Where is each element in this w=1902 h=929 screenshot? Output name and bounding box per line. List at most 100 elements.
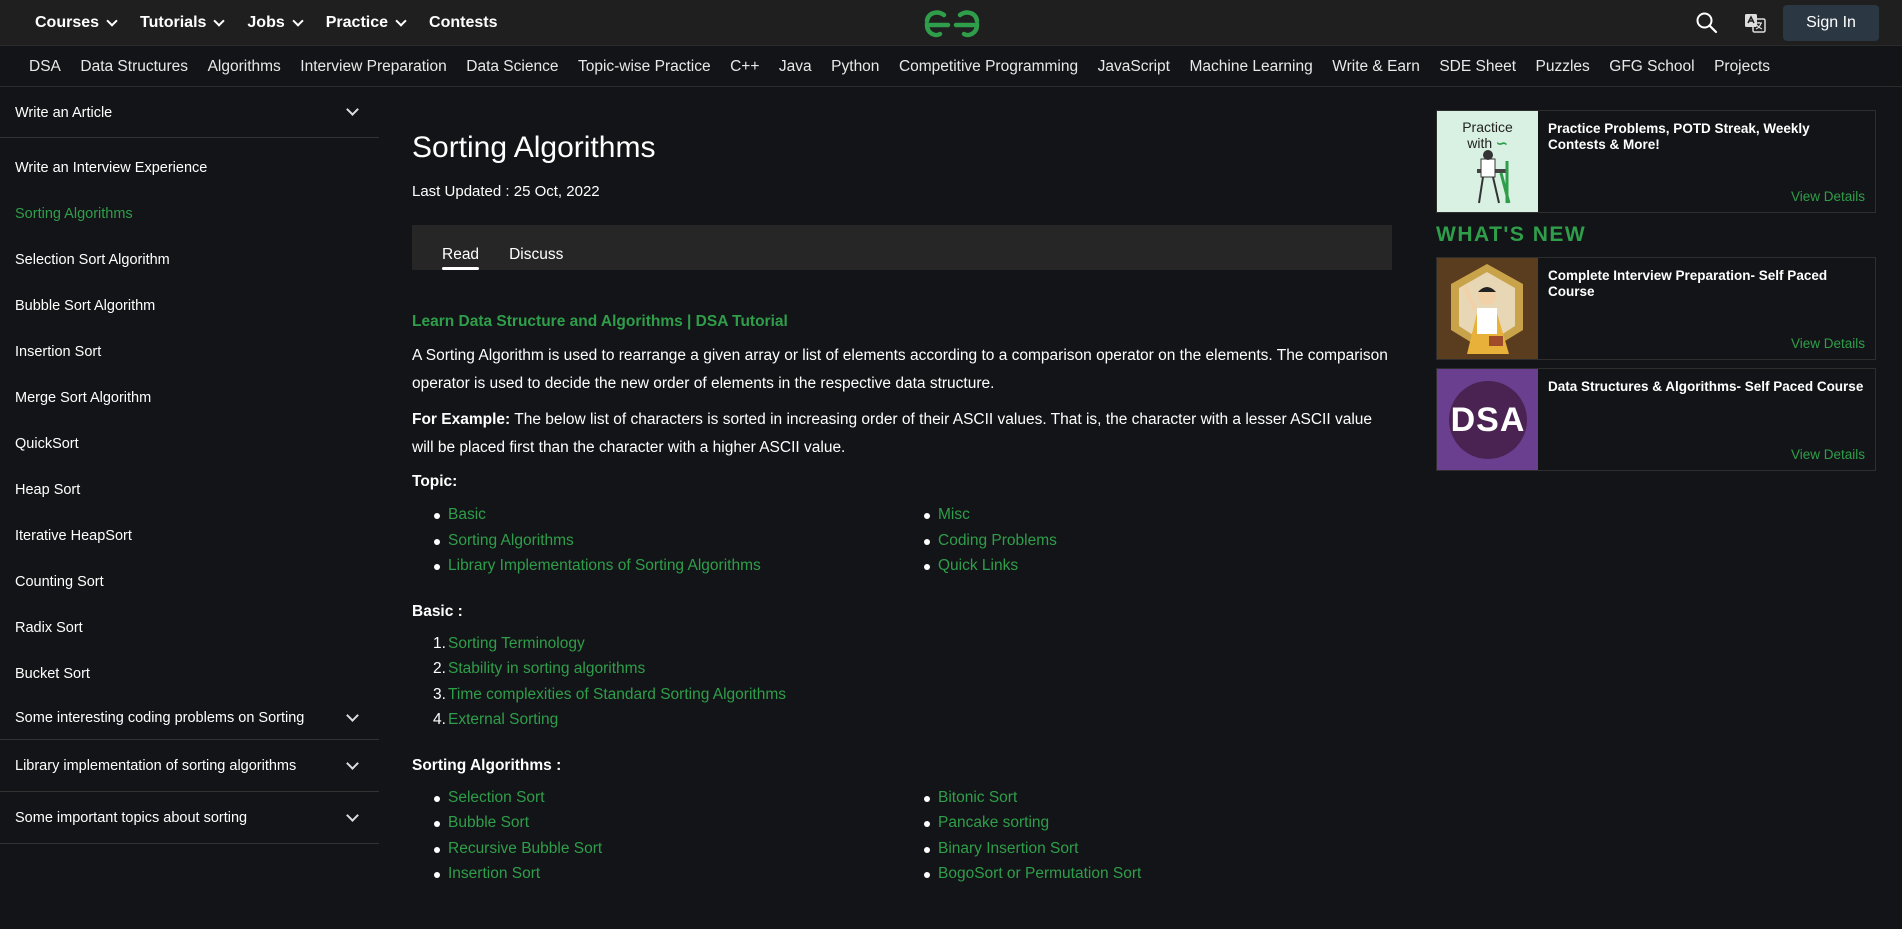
list-item[interactable]: Bitonic Sort (902, 785, 1392, 811)
tab-read[interactable]: Read (442, 246, 480, 270)
menu-jobs[interactable]: Jobs (247, 14, 304, 32)
sign-in-button[interactable]: Sign In (1783, 5, 1879, 41)
list-item[interactable]: Sorting Algorithms (412, 528, 902, 554)
subnav-dsa[interactable]: DSA (29, 58, 61, 76)
example-label: For Example: (412, 411, 511, 428)
tab-discuss[interactable]: Discuss (509, 246, 563, 270)
subnav-machine-learning[interactable]: Machine Learning (1190, 58, 1313, 76)
list-item[interactable]: Quick Links (902, 553, 1392, 579)
list-item[interactable]: Coding Problems (902, 528, 1392, 554)
sidebar-section-library-implementation[interactable]: Library implementation of sorting algori… (0, 740, 379, 792)
subnav-java[interactable]: Java (779, 58, 812, 76)
menu-tutorials[interactable]: Tutorials (140, 14, 226, 32)
subnav-algorithms[interactable]: Algorithms (208, 58, 281, 76)
chevron-down-icon (346, 809, 359, 822)
list-item[interactable]: Library Implementations of Sorting Algor… (412, 553, 902, 579)
interview-prep-thumbnail (1437, 258, 1538, 359)
sidebar-item-selection-sort[interactable]: Selection Sort Algorithm (0, 237, 379, 283)
sidebar-item-sorting-algorithms[interactable]: Sorting Algorithms (0, 191, 379, 237)
sidebar-item-iterative-heapsort[interactable]: Iterative HeapSort (0, 513, 379, 559)
sorting-algorithms-heading: Sorting Algorithms : (412, 756, 562, 774)
sidebar-section-label: Library implementation of sorting algori… (15, 757, 297, 774)
last-updated: Last Updated : 25 Oct, 2022 (412, 183, 600, 200)
sidebar-item-insertion-sort[interactable]: Insertion Sort (0, 329, 379, 375)
sidebar-item-heap-sort[interactable]: Heap Sort (0, 467, 379, 513)
subnav-sde-sheet[interactable]: SDE Sheet (1439, 58, 1516, 76)
main-menu: Courses Tutorials Jobs Practice Contests (35, 0, 521, 46)
sidebar-item-quicksort[interactable]: QuickSort (0, 421, 379, 467)
intro-paragraph: A Sorting Algorithm is used to rearrange… (412, 347, 1388, 392)
subnav-competitive-programming[interactable]: Competitive Programming (899, 58, 1078, 76)
sidebar-write-article-label: Write an Article (15, 104, 113, 121)
person-illustration-icon (1451, 264, 1523, 354)
chevron-down-icon (346, 103, 359, 116)
menu-practice-label: Practice (325, 14, 389, 31)
sidebar-item-interview-experience[interactable]: Write an Interview Experience (0, 145, 379, 191)
sidebar-write-article[interactable]: Write an Article (0, 88, 379, 138)
subnav-data-structures[interactable]: Data Structures (80, 58, 188, 76)
list-item[interactable]: Pancake sorting (902, 810, 1392, 836)
list-item[interactable]: Bubble Sort (412, 810, 902, 836)
dsa-thumb-text: DSA (1449, 381, 1527, 459)
chevron-down-icon (346, 709, 359, 722)
chevron-down-icon (346, 757, 359, 770)
chevron-down-icon (395, 14, 407, 27)
page-title: Sorting Algorithms (412, 131, 656, 164)
sidebar-item-bubble-sort[interactable]: Bubble Sort Algorithm (0, 283, 379, 329)
subnav-gfg-school[interactable]: GFG School (1609, 58, 1694, 76)
list-item[interactable]: 1. Sorting Terminology (412, 631, 1392, 657)
sidebar-section-label: Some interesting coding problems on Sort… (15, 710, 305, 726)
subnav-cpp[interactable]: C++ (730, 58, 759, 76)
menu-courses-label: Courses (35, 14, 100, 31)
dsa-tutorial-link[interactable]: Learn Data Structure and Algorithms | DS… (412, 313, 1392, 331)
list-item[interactable]: Recursive Bubble Sort (412, 836, 902, 862)
view-details-link[interactable]: View Details (1791, 189, 1865, 204)
article-tabs: Read Discuss (412, 225, 1392, 270)
subnav-write-earn[interactable]: Write & Earn (1332, 58, 1420, 76)
subnav-puzzles[interactable]: Puzzles (1536, 58, 1590, 76)
menu-contests[interactable]: Contests (429, 14, 497, 32)
subnav-interview-preparation[interactable]: Interview Preparation (300, 58, 446, 76)
translate-icon[interactable] (1744, 12, 1766, 34)
sidebar-item-merge-sort[interactable]: Merge Sort Algorithm (0, 375, 379, 421)
sidebar-item-bucket-sort[interactable]: Bucket Sort (0, 651, 379, 697)
list-item[interactable]: BogoSort or Permutation Sort (902, 861, 1392, 887)
view-details-link[interactable]: View Details (1791, 336, 1865, 351)
sidebar: Write an Article Write an Interview Expe… (0, 88, 379, 844)
basic-heading: Basic : (412, 602, 463, 620)
interview-prep-card[interactable]: Complete Interview Preparation- Self Pac… (1436, 257, 1876, 360)
menu-courses[interactable]: Courses (35, 14, 118, 32)
list-item[interactable]: Insertion Sort (412, 861, 902, 887)
practice-card[interactable]: Practice with ∽ Practice Problems, POTD … (1436, 110, 1876, 213)
list-item[interactable]: Binary Insertion Sort (902, 836, 1392, 862)
list-item[interactable]: 4. External Sorting (412, 707, 1392, 733)
menu-tutorials-label: Tutorials (140, 14, 207, 31)
list-item[interactable]: Basic (412, 502, 902, 528)
menu-practice[interactable]: Practice (325, 14, 407, 32)
subnav-projects[interactable]: Projects (1714, 58, 1770, 76)
topic-list: Basic Sorting Algorithms Library Impleme… (412, 502, 1392, 579)
practice-thumbnail: Practice with ∽ (1437, 111, 1538, 212)
list-item[interactable]: Selection Sort (412, 785, 902, 811)
list-item[interactable]: Misc (902, 502, 1392, 528)
view-details-link[interactable]: View Details (1791, 447, 1865, 462)
right-rail: Practice with ∽ Practice Problems, POTD … (1436, 110, 1876, 471)
sidebar-section-important-topics[interactable]: Some important topics about sorting (0, 792, 379, 844)
search-icon[interactable] (1694, 10, 1720, 36)
card-title: Complete Interview Preparation- Self Pac… (1548, 268, 1828, 299)
sidebar-section-coding-problems[interactable]: Some interesting coding problems on Sort… (0, 697, 379, 740)
sidebar-item-counting-sort[interactable]: Counting Sort (0, 559, 379, 605)
topic-heading: Topic: (412, 473, 458, 490)
chevron-down-icon (213, 14, 226, 27)
list-item[interactable]: 2. Stability in sorting algorithms (412, 656, 1392, 682)
basic-list: 1. Sorting Terminology 2. Stability in sor… (412, 631, 1392, 733)
subnav-python[interactable]: Python (831, 58, 879, 76)
dsa-thumbnail: DSA (1437, 369, 1538, 470)
sidebar-item-radix-sort[interactable]: Radix Sort (0, 605, 379, 651)
gfg-logo-icon[interactable] (921, 6, 983, 40)
subnav-javascript[interactable]: JavaScript (1098, 58, 1170, 76)
subnav-topic-wise-practice[interactable]: Topic-wise Practice (578, 58, 711, 76)
list-item[interactable]: 3. Time complexities of Standard Sorting … (412, 682, 1392, 708)
dsa-course-card[interactable]: DSA Data Structures & Algorithms- Self P… (1436, 368, 1876, 471)
subnav-data-science[interactable]: Data Science (466, 58, 558, 76)
